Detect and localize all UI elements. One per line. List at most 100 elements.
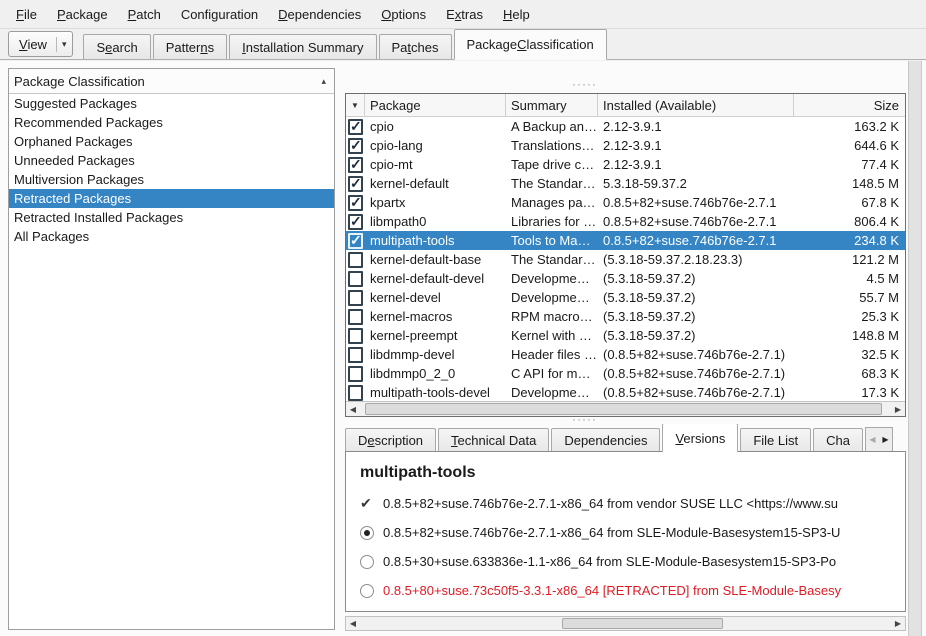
column-header-size[interactable]: Size (794, 94, 905, 116)
package-row[interactable]: kernel-default-base The Standar… (5.3.18… (346, 250, 905, 269)
package-installed-cell: (5.3.18-59.37.2) (598, 290, 794, 305)
package-row[interactable]: cpio A Backup an… 2.12-3.9.1 163.2 K (346, 117, 905, 136)
menu-item[interactable]: File (6, 3, 47, 26)
package-row[interactable]: kernel-devel Developme… (5.3.18-59.37.2)… (346, 288, 905, 307)
version-option[interactable]: 0.8.5+80+suse.73c50f5-3.3.1-x86_64 [RETR… (360, 583, 891, 598)
scrollbar-thumb[interactable] (562, 618, 723, 629)
package-installed-cell: 0.8.5+82+suse.746b76e-2.7.1 (598, 233, 794, 248)
column-header-installed[interactable]: Installed (Available) (598, 94, 794, 116)
scroll-left-icon[interactable]: ◀ (346, 617, 360, 630)
version-state-icon[interactable] (360, 526, 374, 540)
menu-item[interactable]: Extras (436, 3, 493, 26)
detail-tab[interactable]: File List (740, 428, 811, 452)
package-row[interactable]: libmpath0 Libraries for … 0.8.5+82+suse.… (346, 212, 905, 231)
splitter-handle[interactable]: ····· (572, 416, 597, 422)
package-size-cell: 121.2 M (794, 250, 905, 269)
vertical-scrollbar[interactable] (908, 61, 922, 636)
version-option[interactable]: 0.8.5+82+suse.746b76e-2.7.1-x86_64 from … (360, 496, 891, 511)
detail-tab[interactable]: Versions (662, 424, 738, 452)
scrollbar-track[interactable] (360, 402, 891, 416)
column-header-package[interactable]: Package (365, 94, 506, 116)
version-state-icon[interactable] (360, 584, 374, 598)
package-checkbox[interactable] (348, 366, 363, 382)
package-checkbox[interactable] (348, 138, 363, 154)
package-summary-cell: Tape drive c… (506, 157, 598, 172)
filter-list-item[interactable]: Retracted Packages (9, 189, 334, 208)
view-tab[interactable]: Installation Summary (229, 34, 376, 59)
package-row[interactable]: kernel-preempt Kernel with … (5.3.18-59.… (346, 326, 905, 345)
menu-item[interactable]: Patch (118, 3, 171, 26)
package-checkbox[interactable] (348, 157, 363, 173)
column-header-summary[interactable]: Summary (506, 94, 598, 116)
package-row[interactable]: kernel-default The Standar… 5.3.18-59.37… (346, 174, 905, 193)
package-summary-cell: Developme… (506, 290, 598, 305)
package-checkbox[interactable] (348, 328, 363, 344)
view-tab[interactable]: Patterns (153, 34, 227, 59)
package-row[interactable]: cpio-mt Tape drive c… 2.12-3.9.1 77.4 K (346, 155, 905, 174)
version-option[interactable]: 0.8.5+82+suse.746b76e-2.7.1-x86_64 from … (360, 525, 891, 540)
filter-list-item[interactable]: All Packages (9, 227, 334, 246)
scroll-right-icon[interactable]: ▶ (891, 617, 905, 630)
package-row[interactable]: kernel-default-devel Developme… (5.3.18-… (346, 269, 905, 288)
menu-item[interactable]: Package (47, 3, 118, 26)
package-checkbox[interactable] (348, 176, 363, 192)
version-option[interactable]: 0.8.5+30+suse.633836e-1.1-x86_64 from SL… (360, 554, 891, 569)
yast-package-manager-window: File Package Patch Configuration Depende… (0, 0, 926, 636)
scroll-right-icon[interactable]: ▶ (891, 402, 905, 416)
detail-tab[interactable]: Cha (813, 428, 863, 452)
detail-tab[interactable]: Technical Data (438, 428, 549, 452)
package-checkbox[interactable] (348, 309, 363, 325)
package-row[interactable]: kernel-macros RPM macro… (5.3.18-59.37.2… (346, 307, 905, 326)
tab-scroll-right-icon[interactable]: ▶ (879, 435, 892, 444)
version-state-icon[interactable] (360, 497, 374, 511)
filter-list-item[interactable]: Recommended Packages (9, 113, 334, 132)
filter-list-item[interactable]: Retracted Installed Packages (9, 208, 334, 227)
package-installed-cell: (5.3.18-59.37.2.18.23.3) (598, 252, 794, 267)
filter-list-item[interactable]: Multiversion Packages (9, 170, 334, 189)
menu-item[interactable]: Help (493, 3, 540, 26)
package-row[interactable]: kpartx Manages pa… 0.8.5+82+suse.746b76e… (346, 193, 905, 212)
versions-horizontal-scrollbar[interactable]: ◀ ▶ (345, 616, 906, 631)
menu-item[interactable]: Options (371, 3, 436, 26)
package-checkbox[interactable] (348, 214, 363, 230)
version-text: 0.8.5+30+suse.633836e-1.1-x86_64 from SL… (383, 554, 836, 569)
tab-scroll-left-icon[interactable]: ◀ (866, 435, 879, 444)
package-checkbox[interactable] (348, 195, 363, 211)
package-checkbox[interactable] (348, 347, 363, 363)
version-state-icon[interactable] (360, 555, 374, 569)
package-row[interactable]: libdmmp-devel Header files … (0.8.5+82+s… (346, 345, 905, 364)
package-checkbox[interactable] (348, 271, 363, 287)
scroll-left-icon[interactable]: ◀ (346, 402, 360, 416)
column-header-status[interactable]: ▼ (346, 94, 365, 116)
package-row[interactable]: multipath-tools-devel Developme… (0.8.5+… (346, 383, 905, 402)
splitter-handle[interactable]: ····· (572, 81, 597, 87)
package-installed-cell: (5.3.18-59.37.2) (598, 271, 794, 286)
filter-list-item[interactable]: Unneeded Packages (9, 151, 334, 170)
menu-item[interactable]: Configuration (171, 3, 268, 26)
view-tab[interactable]: Patches (379, 34, 452, 59)
package-size-cell: 17.3 K (794, 383, 905, 402)
filter-list-header[interactable]: Package Classification ▴ (9, 69, 334, 94)
view-tab[interactable]: Search (83, 34, 150, 59)
package-checkbox[interactable] (348, 290, 363, 306)
package-checkbox[interactable] (348, 233, 363, 249)
scrollbar-thumb[interactable] (365, 403, 882, 415)
package-row[interactable]: multipath-tools Tools to Ma… 0.8.5+82+su… (346, 231, 905, 250)
package-name-cell: kpartx (365, 195, 506, 210)
package-row[interactable]: libdmmp0_2_0 C API for m… (0.8.5+82+suse… (346, 364, 905, 383)
detail-tab[interactable]: Description (345, 428, 436, 452)
detail-tab[interactable]: Dependencies (551, 428, 660, 452)
filter-list-item[interactable]: Orphaned Packages (9, 132, 334, 151)
view-menu-button[interactable]: View ▾ (8, 31, 73, 57)
menu-item[interactable]: Dependencies (268, 3, 371, 26)
table-horizontal-scrollbar[interactable]: ◀ ▶ (346, 401, 905, 416)
view-tab[interactable]: Package Classification (454, 29, 607, 60)
package-name-cell: kernel-devel (365, 290, 506, 305)
tab-content-area: Package Classification ▴ Suggested Packa… (0, 61, 926, 636)
package-checkbox[interactable] (348, 119, 363, 135)
scrollbar-track[interactable] (360, 617, 891, 630)
filter-list-item[interactable]: Suggested Packages (9, 94, 334, 113)
package-checkbox[interactable] (348, 252, 363, 268)
package-checkbox[interactable] (348, 385, 363, 401)
package-row[interactable]: cpio-lang Translations… 2.12-3.9.1 644.6… (346, 136, 905, 155)
